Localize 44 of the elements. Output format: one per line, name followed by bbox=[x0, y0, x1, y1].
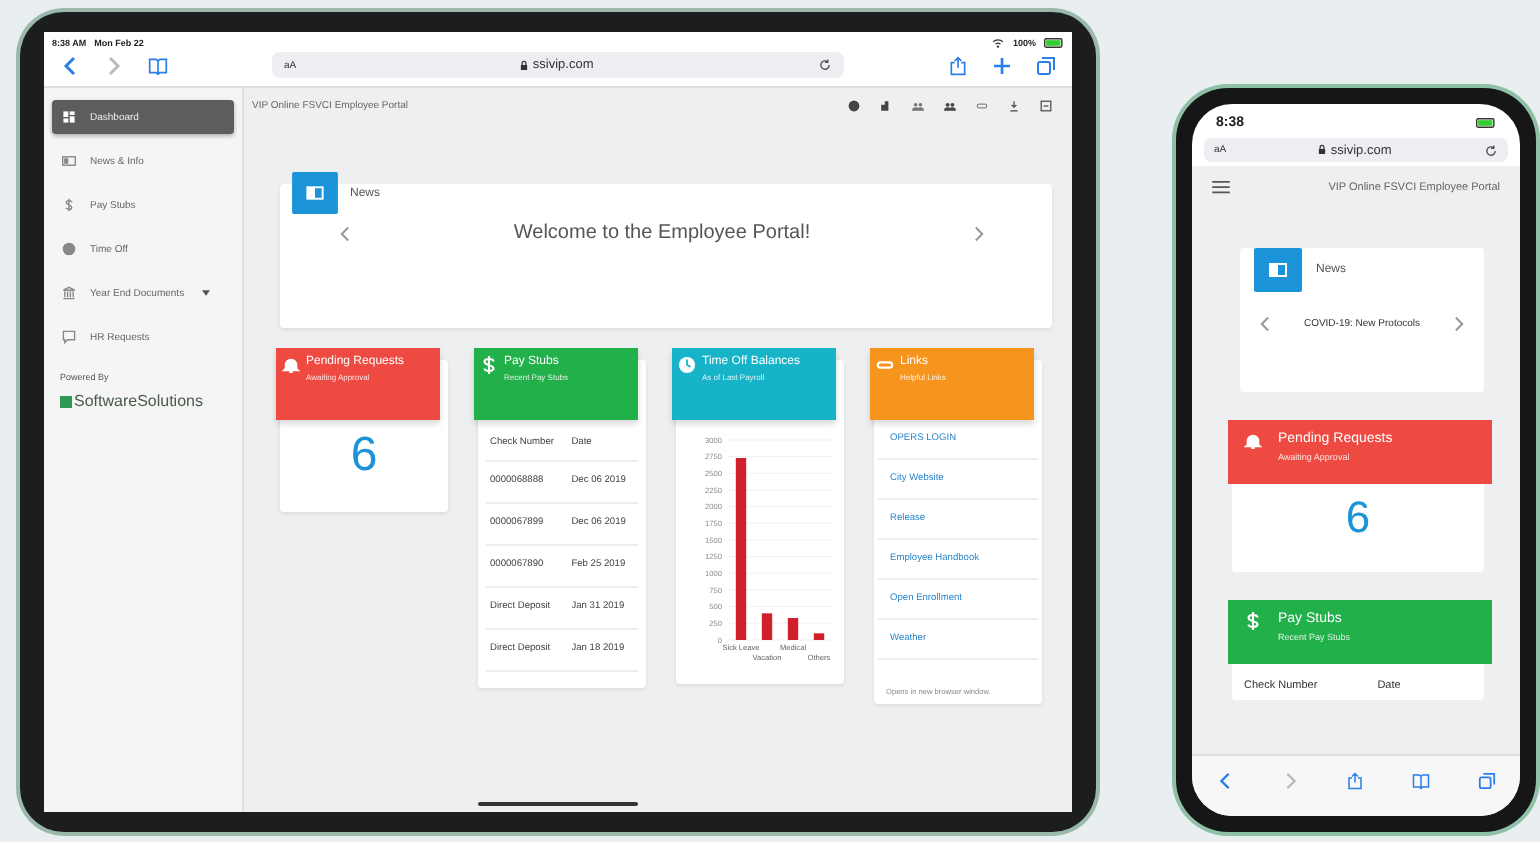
reload-icon[interactable] bbox=[818, 58, 832, 72]
back-icon[interactable] bbox=[1215, 771, 1234, 789]
grid-icon bbox=[62, 110, 76, 124]
link-icon bbox=[876, 356, 894, 374]
previous-icon[interactable] bbox=[1260, 316, 1270, 332]
book-icon[interactable] bbox=[148, 55, 168, 75]
people-icon[interactable] bbox=[944, 100, 956, 112]
previous-icon[interactable] bbox=[340, 225, 350, 241]
chart-bar bbox=[813, 633, 825, 640]
book-icon[interactable] bbox=[1412, 771, 1431, 789]
share-icon[interactable] bbox=[1346, 771, 1365, 789]
battery-icon bbox=[1044, 37, 1064, 47]
battery-icon bbox=[1476, 118, 1496, 128]
lock-icon bbox=[1318, 144, 1327, 154]
bell-icon bbox=[282, 356, 300, 374]
pending-count: 6 bbox=[1343, 492, 1373, 544]
plus-icon[interactable] bbox=[992, 55, 1012, 75]
building-icon[interactable] bbox=[880, 100, 892, 112]
group-icon[interactable] bbox=[912, 100, 924, 112]
menu-icon[interactable] bbox=[1212, 180, 1230, 194]
pending-count: 6 bbox=[348, 428, 380, 484]
tabs-icon[interactable] bbox=[1478, 771, 1497, 789]
share-icon[interactable] bbox=[948, 55, 968, 75]
dollar-icon bbox=[480, 356, 498, 374]
logout-icon[interactable] bbox=[1040, 100, 1052, 112]
card-icon bbox=[62, 154, 76, 168]
chat-icon bbox=[62, 330, 76, 344]
wifi-icon bbox=[992, 37, 1005, 47]
chart-bar bbox=[787, 618, 799, 640]
bank-icon bbox=[62, 286, 76, 300]
reload-icon[interactable] bbox=[1484, 143, 1498, 157]
bell-icon bbox=[1244, 432, 1262, 450]
next-icon[interactable] bbox=[1453, 316, 1464, 332]
next-icon[interactable] bbox=[974, 225, 984, 241]
chart-bar bbox=[761, 613, 773, 640]
download-icon[interactable] bbox=[1008, 100, 1020, 112]
brand-logo: SoftwareSolutions bbox=[52, 392, 234, 410]
back-icon[interactable] bbox=[60, 55, 80, 75]
lock-icon bbox=[520, 59, 529, 69]
dollar-icon bbox=[1244, 612, 1262, 630]
tabs-icon[interactable] bbox=[1036, 55, 1056, 75]
news-message: Welcome to the Employee Portal! bbox=[513, 222, 811, 244]
link-icon[interactable] bbox=[976, 100, 988, 112]
dollar-icon bbox=[62, 198, 76, 212]
